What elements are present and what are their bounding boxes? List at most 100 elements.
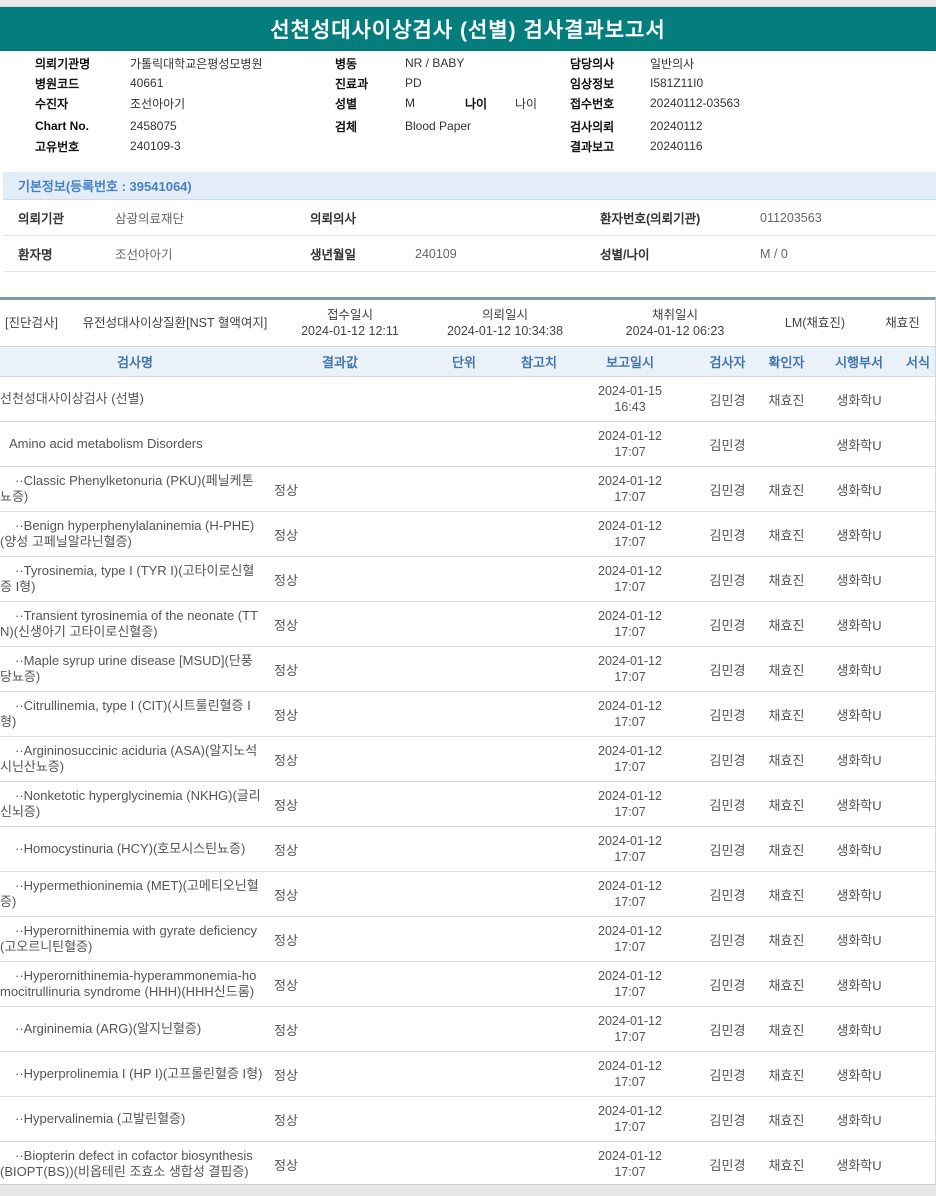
info-label: 병동: [335, 56, 358, 71]
result-value-cell: 정상: [274, 527, 298, 543]
verifier-cell: 채효진: [768, 707, 805, 723]
result-value-cell: 정상: [274, 977, 298, 993]
report-time: 17:07: [614, 1030, 646, 1044]
report-datetime-cell: 2024-01-15 16:43: [560, 383, 700, 415]
test-name-cell: ··Maple syrup urine disease [MSUD](단풍당뇨증…: [0, 653, 253, 684]
test-name-cell: ··Citrullinemia, type I (CIT)(시트룰린혈증 I형): [0, 698, 251, 729]
tester-cell: 김민경: [709, 392, 746, 408]
verifier-cell: 채효진: [768, 617, 805, 633]
basic-info-section: 기본정보(등록번호 : 39541064) 의뢰기관 삼광의료재단 의뢰의사 환자번호…: [3, 172, 936, 272]
basic-info-value: 삼광의료재단: [115, 212, 185, 226]
tester-cell: 김민경: [709, 932, 746, 948]
report-time: 17:07: [614, 445, 646, 459]
report-date: 2024-01-12: [598, 564, 662, 578]
report-time: 17:07: [614, 625, 646, 639]
table-row: ··Maple syrup urine disease [MSUD](단풍당뇨증…: [0, 647, 935, 692]
report-time: 17:07: [614, 1165, 646, 1179]
result-value-cell: 정상: [274, 797, 298, 813]
results-section: [진단검사] 유전성대사이상질환[NST 혈액여지] 접수일시 2024-01-…: [0, 297, 936, 1187]
table-row: ··Argininosuccinic aciduria (ASA)(알지노석시닌…: [0, 737, 935, 782]
info-field: 진료과 PD: [335, 73, 537, 93]
report-datetime-cell: 2024-01-12 17:07: [560, 698, 700, 730]
basic-info-label: 환자번호(의뢰기관): [600, 212, 701, 226]
result-value-cell: 정상: [274, 842, 298, 858]
info-label: 진료과: [335, 76, 369, 91]
table-row: 선천성대사이상검사 (선별) 2024-01-15 16:43 김민경 채효진 생화학U: [0, 377, 935, 422]
tester-cell: 김민경: [709, 797, 746, 813]
report-date: 2024-01-12: [598, 699, 662, 713]
report-datetime-cell: 2024-01-12 17:07: [560, 1148, 700, 1180]
column-header-unit: 단위: [452, 355, 476, 370]
horizontal-scrollbar[interactable]: [0, 1184, 936, 1196]
test-name-cell: ··Hyperornithinemia-hyperammonemia-homoc…: [0, 968, 257, 999]
verifier-cell: 채효진: [768, 527, 805, 543]
info-field: 병동 NR / BABY: [335, 53, 537, 73]
verifier-cell: 채효진: [768, 392, 805, 408]
report-time: 17:07: [614, 850, 646, 864]
info-field: 결과보고 20240116: [570, 136, 740, 156]
report-date: 2024-01-12: [598, 969, 662, 983]
table-row: ··Tyrosinemia, type I (TYR I)(고타이로신혈증 I형…: [0, 557, 935, 602]
basic-info-label: 성별/나이: [600, 248, 650, 262]
department-cell: 생화학U: [836, 1112, 882, 1128]
collect-datetime-label: 채취일시: [651, 308, 698, 322]
report-date: 2024-01-12: [598, 924, 662, 938]
diagnostic-band: [진단검사] 유전성대사이상질환[NST 혈액여지] 접수일시 2024-01-…: [0, 300, 935, 346]
basic-info-rows: 의뢰기관 삼광의료재단 의뢰의사 환자번호(의뢰기관) 011203563 환자명 조선아아…: [3, 200, 936, 272]
verifier-cell: 채효진: [768, 842, 805, 858]
column-header-reference: 참고치: [521, 355, 557, 370]
tester-cell: 김민경: [709, 617, 746, 633]
basic-info-value: 011203563: [760, 210, 822, 225]
test-name-cell: ··Benign hyperphenylalaninemia (H-PHE)(양…: [0, 518, 255, 549]
tester-cell: 김민경: [709, 1067, 746, 1083]
report-datetime-cell: 2024-01-12 17:07: [560, 1058, 700, 1090]
basic-info-value: M / 0: [760, 246, 788, 261]
result-value-cell: 정상: [274, 1067, 298, 1083]
verifier-cell: 채효진: [768, 797, 805, 813]
results-table-body: 선천성대사이상검사 (선별) 2024-01-15 16:43 김민경 채효진 생화학U A…: [0, 377, 935, 1187]
info-value: 일반의사: [650, 56, 695, 71]
basic-info-label: 의뢰기관: [18, 212, 65, 226]
report-time: 17:07: [614, 805, 646, 819]
info-label: 접수번호: [570, 96, 615, 111]
result-value-cell: 정상: [274, 482, 298, 498]
report-datetime-cell: 2024-01-12 17:07: [560, 428, 700, 460]
report-datetime-cell: 2024-01-12 17:07: [560, 788, 700, 820]
table-row: ··Hypermethioninemia (MET)(고메티오닌혈증) 정상 202…: [0, 872, 935, 917]
info-value: 20240116: [650, 139, 703, 153]
basic-info-label: 의뢰의사: [310, 212, 357, 226]
collect-datetime-value: 2024-01-12 06:23: [625, 324, 725, 338]
report-time: 17:07: [614, 895, 646, 909]
department-cell: 생화학U: [836, 1067, 882, 1083]
column-header-verifier: 확인자: [768, 355, 805, 370]
verifier-cell: 채효진: [768, 1157, 805, 1173]
info-label: 의뢰기관명: [35, 56, 91, 71]
report-time: 17:07: [614, 715, 646, 729]
report-date: 2024-01-12: [598, 429, 662, 443]
test-name-cell: ··Hypervalinemia (고발린혈증): [15, 1111, 186, 1126]
tester-cell: 김민경: [709, 482, 746, 498]
report-time: 17:07: [614, 580, 646, 594]
department-cell: 생화학U: [836, 797, 882, 813]
report-time: 17:07: [614, 1120, 646, 1134]
info-field: 병원코드 40661: [35, 73, 262, 93]
report-date: 2024-01-12: [598, 609, 662, 623]
table-row: ··Hyperprolinemia I (HP I)(고프롤린혈증 I형) 정상 2…: [0, 1052, 935, 1097]
header-info: 의뢰기관명 가톨릭대학교은평성모병원 병원코드 40661 수진자 조선아아기 Chart …: [0, 53, 936, 165]
tester-cell: 김민경: [709, 752, 746, 768]
tester-cell: 김민경: [709, 842, 746, 858]
table-row: ··Argininemia (ARG)(알지닌혈증) 정상 2024-01-12 17…: [0, 1007, 935, 1052]
report-time: 17:07: [614, 670, 646, 684]
table-row: Amino acid metabolism Disorders 2024-01-1…: [0, 422, 935, 467]
diagnostic-tag: [진단검사]: [5, 316, 58, 330]
request-datetime-value: 2024-01-12 10:34:38: [446, 324, 564, 338]
test-name-cell: ··Hypermethioninemia (MET)(고메티오닌혈증): [0, 878, 259, 909]
verifier-cell: 채효진: [768, 572, 805, 588]
report-time: 17:07: [614, 535, 646, 549]
basic-info-title: 기본정보(등록번호 : 39541064): [18, 179, 192, 194]
verifier-cell: 채효진: [768, 482, 805, 498]
report-date: 2024-01-12: [598, 879, 662, 893]
report-time: 17:07: [614, 985, 646, 999]
tester-cell: 김민경: [709, 1022, 746, 1038]
report-date: 2024-01-12: [598, 1104, 662, 1118]
